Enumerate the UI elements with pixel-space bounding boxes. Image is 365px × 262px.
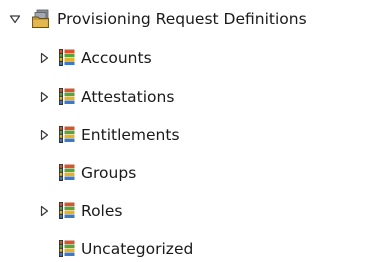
tree-item-label: Attestations [81,88,175,106]
tree-item-entitlements[interactable]: Entitlements [37,122,180,148]
tree-item-label: Groups [81,164,137,182]
provisioning-tree: Provisioning Request Definitions Account… [0,0,365,259]
category-list-icon [59,49,75,67]
category-list-icon [59,126,75,144]
toggle-spacer [37,242,51,256]
tree-item-accounts[interactable]: Accounts [37,45,152,71]
tree-item-groups[interactable]: Groups [37,160,136,186]
folder-stack-icon [31,9,51,29]
tree-item-attestations[interactable]: Attestations [37,84,174,110]
expanded-toggle-icon[interactable] [8,12,22,26]
collapsed-toggle-icon[interactable] [37,90,51,104]
collapsed-toggle-icon[interactable] [37,51,51,65]
tree-item-label: Uncategorized [81,240,194,258]
tree-root-row[interactable]: Provisioning Request Definitions [8,6,307,32]
collapsed-toggle-icon[interactable] [37,128,51,142]
tree-item-uncategorized[interactable]: Uncategorized [37,236,193,262]
tree-item-label: Entitlements [81,126,180,144]
toggle-spacer [37,166,51,180]
tree-item-label: Accounts [81,49,152,67]
category-list-icon [59,88,75,106]
category-list-icon [59,240,75,258]
tree-item-label: Roles [81,202,123,220]
category-list-icon [59,164,75,182]
collapsed-toggle-icon[interactable] [37,204,51,218]
category-list-icon [59,202,75,220]
tree-root-label: Provisioning Request Definitions [57,10,307,28]
tree-item-roles[interactable]: Roles [37,198,122,224]
